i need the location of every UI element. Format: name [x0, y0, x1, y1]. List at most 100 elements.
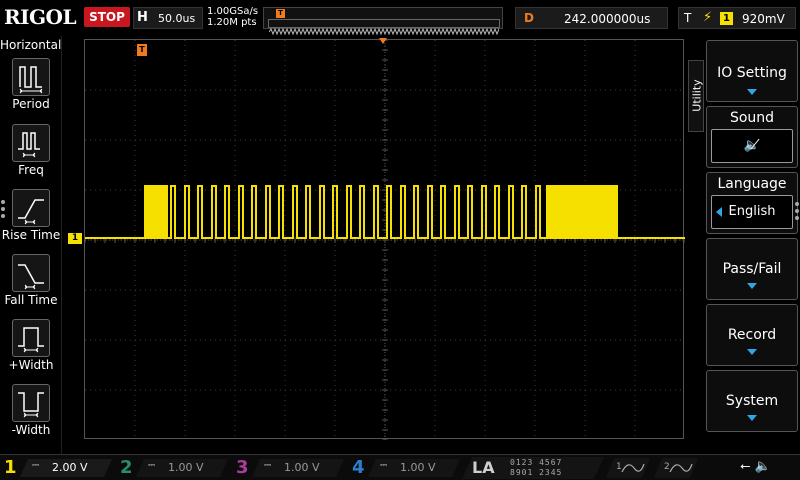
right-menu-scroll-dots	[795, 202, 799, 224]
measure-frequency-button[interactable]: Freq	[0, 124, 62, 188]
channel-3-box: ⎓ 1.00 V	[252, 459, 344, 477]
timebase-value: 50.0us	[158, 12, 196, 25]
measure-fall-time-button[interactable]: Fall Time	[0, 254, 62, 318]
horizontal-label: H	[137, 10, 148, 25]
measure-fall-time-label: Fall Time	[4, 293, 58, 307]
trigger-label: T	[684, 11, 692, 25]
measure-rise-time-button[interactable]: Rise Time	[0, 189, 62, 253]
io-setting-button[interactable]: IO Setting	[706, 40, 798, 102]
frequency-icon	[12, 124, 50, 162]
channel-1-box: ⎓ 2.00 V	[20, 459, 112, 477]
channel-4-number: 4	[352, 457, 365, 478]
dc-coupling-icon: ⎓	[264, 461, 272, 471]
channel-1-scale: 2.00 V	[52, 461, 88, 474]
system-button[interactable]: System	[706, 370, 798, 432]
pass-fail-label: Pass/Fail	[722, 261, 782, 277]
waveform-display[interactable]	[84, 39, 685, 440]
delay-value: 242.000000us	[564, 12, 651, 26]
fall-time-icon	[12, 254, 50, 292]
sample-rate: 1.00GSa/s	[207, 6, 259, 17]
top-status-bar: RIGOL STOP H 50.0us 1.00GSa/s 1.20M pts …	[0, 0, 800, 36]
language-value: English	[728, 204, 776, 219]
brand-logo: RIGOL	[4, 5, 77, 29]
chevron-down-icon	[747, 349, 757, 355]
chevron-down-icon	[747, 415, 757, 421]
memory-waveform-preview	[268, 27, 502, 36]
sine-wave-icon	[654, 458, 698, 478]
channel-4-scale: 1.00 V	[400, 461, 436, 474]
channel-1-status[interactable]: 1 ⎓ 2.00 V	[0, 457, 116, 479]
acquisition-info: 1.00GSa/s 1.20M pts	[207, 6, 258, 28]
generator-2-status[interactable]: 2	[654, 458, 698, 478]
measurement-category[interactable]: Horizontal	[0, 38, 61, 52]
measure-period-button[interactable]: Period	[0, 58, 62, 122]
usb-icon: ⭠	[740, 459, 751, 474]
sound-button[interactable]: Sound 🔈̸	[706, 106, 798, 168]
rising-edge-icon: ⚡	[703, 10, 713, 25]
softkey-menu: Utility IO Setting Sound 🔈̸ Language Eng…	[686, 36, 800, 454]
la-channels-row-2: 8901 2345	[510, 468, 563, 477]
language-label: Language	[717, 176, 787, 192]
trigger-position-marker[interactable]: T	[137, 44, 147, 56]
system-label: System	[725, 393, 779, 409]
logic-analyzer-status[interactable]: LA 0123 4567 8901 2345	[462, 457, 604, 479]
channel-2-box: ⎓ 1.00 V	[136, 459, 228, 477]
graticule	[85, 40, 685, 440]
memory-waveform-window	[268, 19, 502, 36]
delay-label: D	[524, 11, 534, 25]
trigger-source: 1	[720, 12, 733, 25]
language-button[interactable]: Language English	[706, 172, 798, 234]
generator-1-status[interactable]: 1	[606, 458, 650, 478]
sound-label: Sound	[729, 110, 775, 126]
run-stop-indicator[interactable]: STOP	[84, 7, 130, 27]
left-panel-scroll-dots	[1, 200, 5, 222]
measure-positive-width-label: +Width	[8, 358, 54, 372]
period-icon	[12, 58, 50, 96]
io-setting-label: IO Setting	[717, 65, 787, 81]
menu-tab-label: Utility	[690, 79, 704, 112]
record-button[interactable]: Record	[706, 304, 798, 366]
measurement-panel: Horizontal Period Freq Rise Time Fall Ti…	[0, 36, 62, 454]
sine-wave-icon	[606, 458, 650, 478]
trigger-level: 920mV	[742, 12, 785, 26]
language-value-box: English	[711, 195, 793, 229]
measure-period-label: Period	[12, 97, 50, 111]
ch1-offset-marker[interactable]: 1	[68, 233, 82, 244]
memory-position-bar[interactable]: T	[263, 7, 503, 36]
dc-coupling-icon: ⎓	[148, 461, 156, 471]
la-channels-row-1: 0123 4567	[510, 458, 563, 467]
speaker-muted-icon: 🔈	[754, 459, 771, 474]
channel-4-box: ⎓ 1.00 V	[368, 459, 460, 477]
channel-2-scale: 1.00 V	[168, 461, 204, 474]
channel-4-status[interactable]: 4 ⎓ 1.00 V	[348, 457, 464, 479]
negative-width-icon	[12, 384, 50, 422]
channel-2-number: 2	[120, 457, 133, 478]
channel-2-status[interactable]: 2 ⎓ 1.00 V	[116, 457, 232, 479]
channel-3-number: 3	[236, 457, 249, 478]
channel-1-number: 1	[4, 457, 17, 478]
trigger-status[interactable]: T ⚡ 1 920mV	[678, 7, 796, 29]
chevron-left-icon	[716, 207, 722, 217]
measure-negative-width-button[interactable]: -Width	[0, 384, 62, 448]
measure-negative-width-label: -Width	[11, 423, 51, 437]
dc-coupling-icon: ⎓	[32, 461, 40, 471]
chevron-down-icon	[747, 283, 757, 289]
measure-positive-width-button[interactable]: +Width	[0, 319, 62, 383]
speaker-muted-icon: 🔈̸	[711, 129, 793, 163]
system-status-icons: ⭠ 🔈	[740, 459, 771, 474]
rise-time-icon	[12, 189, 50, 227]
measure-rise-time-label: Rise Time	[1, 228, 61, 242]
menu-tab-utility: Utility	[688, 60, 704, 132]
horizontal-delay[interactable]: D 242.000000us	[515, 7, 668, 29]
dc-coupling-icon: ⎓	[380, 461, 388, 471]
pass-fail-button[interactable]: Pass/Fail	[706, 238, 798, 300]
horizontal-center-marker	[379, 38, 387, 44]
chevron-down-icon	[747, 89, 757, 95]
horizontal-timebase[interactable]: H 50.0us	[133, 7, 203, 29]
channel-3-scale: 1.00 V	[284, 461, 320, 474]
record-label: Record	[727, 327, 777, 343]
channel-status-bar: 1 ⎓ 2.00 V 2 ⎓ 1.00 V 3 ⎓ 1.00 V 4 ⎓ 1.0…	[0, 454, 800, 480]
memory-depth: 1.20M pts	[207, 17, 257, 28]
channel-3-status[interactable]: 3 ⎓ 1.00 V	[232, 457, 348, 479]
measure-frequency-label: Freq	[18, 163, 44, 177]
